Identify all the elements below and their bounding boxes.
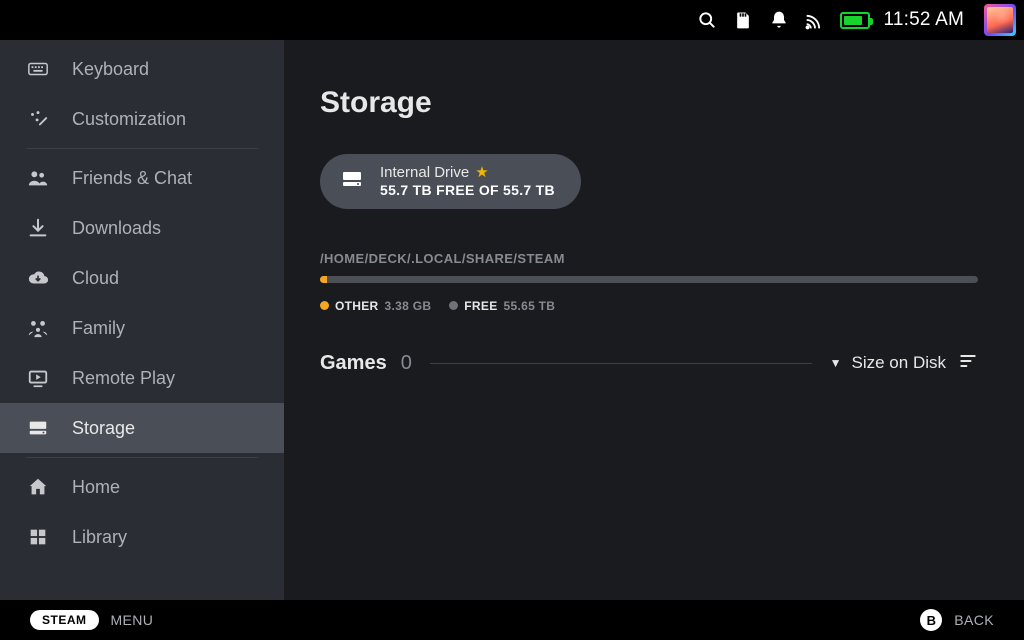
legend-other: OTHER 3.38 GB [320, 299, 431, 313]
cloud-icon [26, 267, 50, 289]
download-icon [26, 217, 50, 239]
usage-other-segment [320, 276, 327, 283]
legend-other-value: 3.38 GB [385, 299, 432, 313]
legend-dot-free [449, 301, 458, 310]
sort-icon[interactable] [958, 351, 978, 376]
drive-summary: 55.7 TB FREE OF 55.7 TB [380, 182, 555, 199]
footer-right[interactable]: B BACK [920, 609, 994, 631]
sidebar-item-home[interactable]: Home [0, 462, 284, 512]
keyboard-icon [26, 58, 50, 80]
top-bar: 11:52 AM [0, 0, 1024, 40]
sidebar-item-label: Keyboard [72, 59, 149, 80]
sidebar-item-library[interactable]: Library [0, 512, 284, 562]
footer: STEAM MENU B BACK [0, 600, 1024, 640]
sidebar-divider [26, 457, 258, 458]
home-icon [26, 476, 50, 498]
b-button[interactable]: B [920, 609, 942, 631]
sidebar-item-friends-chat[interactable]: Friends & Chat [0, 153, 284, 203]
sidebar-divider [26, 148, 258, 149]
body: Keyboard Customization Friends & Chat Do… [0, 40, 1024, 600]
sidebar-item-label: Downloads [72, 218, 161, 239]
clock: 11:52 AM [884, 9, 964, 31]
main-content: Storage Internal Drive ★ 55.7 TB FREE OF… [284, 40, 1024, 600]
legend-other-label: OTHER [335, 299, 379, 313]
sidebar-item-label: Remote Play [72, 368, 175, 389]
sidebar-item-label: Friends & Chat [72, 168, 192, 189]
sidebar: Keyboard Customization Friends & Chat Do… [0, 40, 284, 600]
drive-name: Internal Drive [380, 164, 469, 182]
legend-dot-other [320, 301, 329, 310]
sidebar-item-label: Family [72, 318, 125, 339]
sort-label: Size on Disk [852, 353, 946, 373]
games-row: Games 0 ▼ Size on Disk [320, 351, 978, 376]
sidebar-item-family[interactable]: Family [0, 303, 284, 353]
library-icon [26, 526, 50, 548]
bell-icon[interactable] [768, 9, 790, 31]
page-title: Storage [320, 86, 978, 120]
customization-icon [26, 108, 50, 130]
sidebar-item-downloads[interactable]: Downloads [0, 203, 284, 253]
drive-path: /HOME/DECK/.LOCAL/SHARE/STEAM [320, 251, 978, 266]
cast-icon[interactable] [804, 9, 826, 31]
friends-icon [26, 167, 50, 189]
games-divider [430, 363, 812, 364]
chevron-down-icon: ▼ [830, 356, 842, 370]
back-label: BACK [954, 612, 994, 628]
sidebar-item-remote-play[interactable]: Remote Play [0, 353, 284, 403]
sidebar-item-label: Home [72, 477, 120, 498]
drive-icon [340, 167, 364, 196]
steam-button[interactable]: STEAM [30, 610, 99, 630]
sidebar-item-label: Cloud [72, 268, 119, 289]
sd-card-icon[interactable] [732, 9, 754, 31]
games-label: Games [320, 352, 387, 375]
footer-left[interactable]: STEAM MENU [30, 610, 153, 630]
sidebar-item-keyboard[interactable]: Keyboard [0, 44, 284, 94]
battery-indicator [840, 12, 870, 29]
sidebar-item-label: Storage [72, 418, 135, 439]
remote-play-icon [26, 367, 50, 389]
family-icon [26, 317, 50, 339]
usage-bar [320, 276, 978, 283]
games-count: 0 [401, 352, 412, 375]
drive-text: Internal Drive ★ 55.7 TB FREE OF 55.7 TB [380, 164, 555, 199]
star-icon: ★ [475, 164, 488, 182]
legend-free: FREE 55.65 TB [449, 299, 555, 313]
sort-dropdown[interactable]: ▼ Size on Disk [830, 353, 946, 373]
drive-selector[interactable]: Internal Drive ★ 55.7 TB FREE OF 55.7 TB [320, 154, 581, 209]
legend-free-value: 55.65 TB [504, 299, 556, 313]
menu-label: MENU [111, 612, 154, 628]
avatar[interactable] [984, 4, 1016, 36]
sidebar-item-label: Customization [72, 109, 186, 130]
sidebar-item-cloud[interactable]: Cloud [0, 253, 284, 303]
sidebar-item-label: Library [72, 527, 127, 548]
storage-icon [26, 417, 50, 439]
legend-free-label: FREE [464, 299, 497, 313]
search-icon[interactable] [696, 9, 718, 31]
usage-legend: OTHER 3.38 GB FREE 55.65 TB [320, 299, 978, 313]
sidebar-item-storage[interactable]: Storage [0, 403, 284, 453]
sidebar-item-customization[interactable]: Customization [0, 94, 284, 144]
